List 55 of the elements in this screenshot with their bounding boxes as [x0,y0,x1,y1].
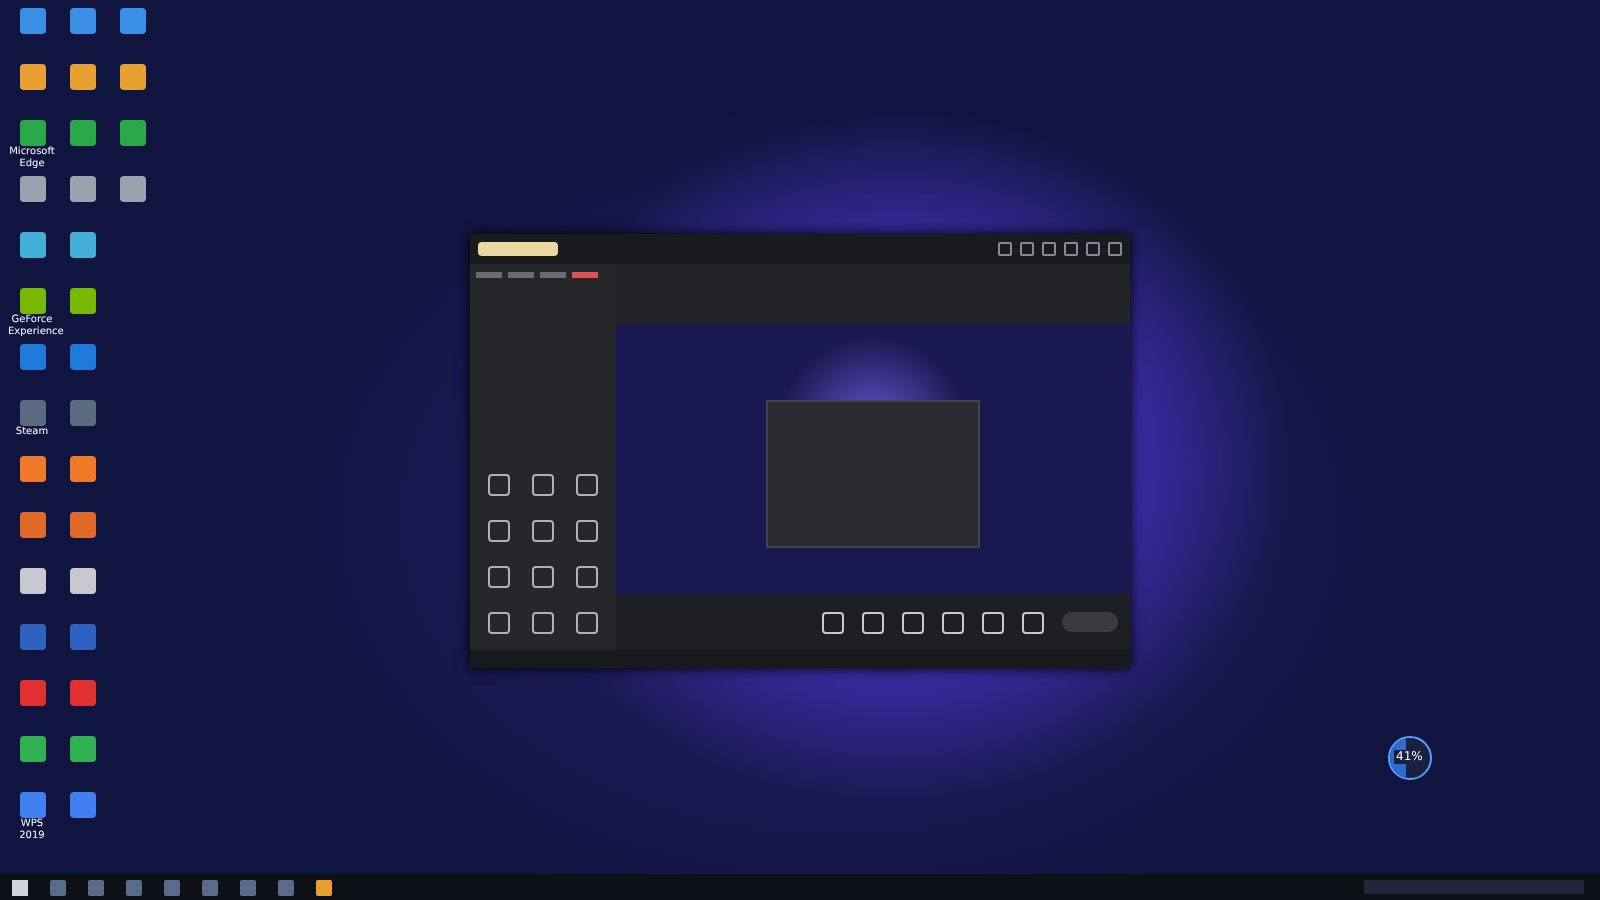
app-icon[interactable] [69,288,95,314]
tool-icon[interactable] [531,566,554,588]
tool-icon[interactable] [487,520,510,542]
app-icon[interactable] [19,568,45,594]
tool-icon[interactable] [531,520,554,542]
app-icon[interactable] [19,8,45,34]
taskbar-icon[interactable] [50,879,66,895]
tool-icon[interactable] [531,612,554,634]
taskbar-icon[interactable] [126,879,142,895]
app-icon[interactable] [119,8,145,34]
app-icon[interactable] [69,456,95,482]
app-icon[interactable] [69,232,95,258]
app-icon[interactable] [119,120,145,146]
start-button[interactable] [1062,612,1118,632]
app-icon[interactable] [69,120,95,146]
app-icon[interactable] [69,176,95,202]
start-icon[interactable] [12,879,28,895]
toolbar-icon[interactable] [822,611,844,633]
tool-icon[interactable] [487,474,510,496]
app-icon[interactable] [69,736,95,762]
app-icon[interactable] [19,64,45,90]
app-icon[interactable] [19,176,45,202]
tool-icon[interactable] [487,566,510,588]
app-icon[interactable] [19,736,45,762]
app-logo-icon [478,242,558,256]
app-icon[interactable] [69,8,95,34]
tool-icon[interactable] [576,612,599,634]
tool-icon[interactable] [576,566,599,588]
taskbar-icon[interactable] [164,879,180,895]
toolbar-icon[interactable] [942,611,964,633]
app-icon[interactable] [19,288,45,314]
tool-icon[interactable] [576,474,599,496]
app-icon[interactable] [19,232,45,258]
tool-icon[interactable] [576,520,599,542]
toolbar-icon[interactable] [902,611,924,633]
tool-icon[interactable] [487,612,510,634]
app-icon[interactable] [69,568,95,594]
app-icon[interactable] [19,456,45,482]
app-icon[interactable] [69,64,95,90]
taskbar-icon[interactable] [278,879,294,895]
tool-icon[interactable] [531,474,554,496]
toolbar-icon[interactable] [982,611,1004,633]
app-icon[interactable] [19,512,45,538]
app-icon[interactable] [19,792,45,818]
taskbar-icon[interactable] [240,879,256,895]
app-icon[interactable] [119,64,145,90]
taskbar-icon[interactable] [88,879,104,895]
toolbar-icon[interactable] [1022,611,1044,633]
taskbar-icon[interactable] [316,879,332,895]
taskbar-icon[interactable] [202,879,218,895]
app-icon[interactable] [69,792,95,818]
app-icon[interactable] [69,512,95,538]
toolbar-icon[interactable] [862,611,884,633]
app-icon[interactable] [119,176,145,202]
app-icon[interactable] [19,120,45,146]
